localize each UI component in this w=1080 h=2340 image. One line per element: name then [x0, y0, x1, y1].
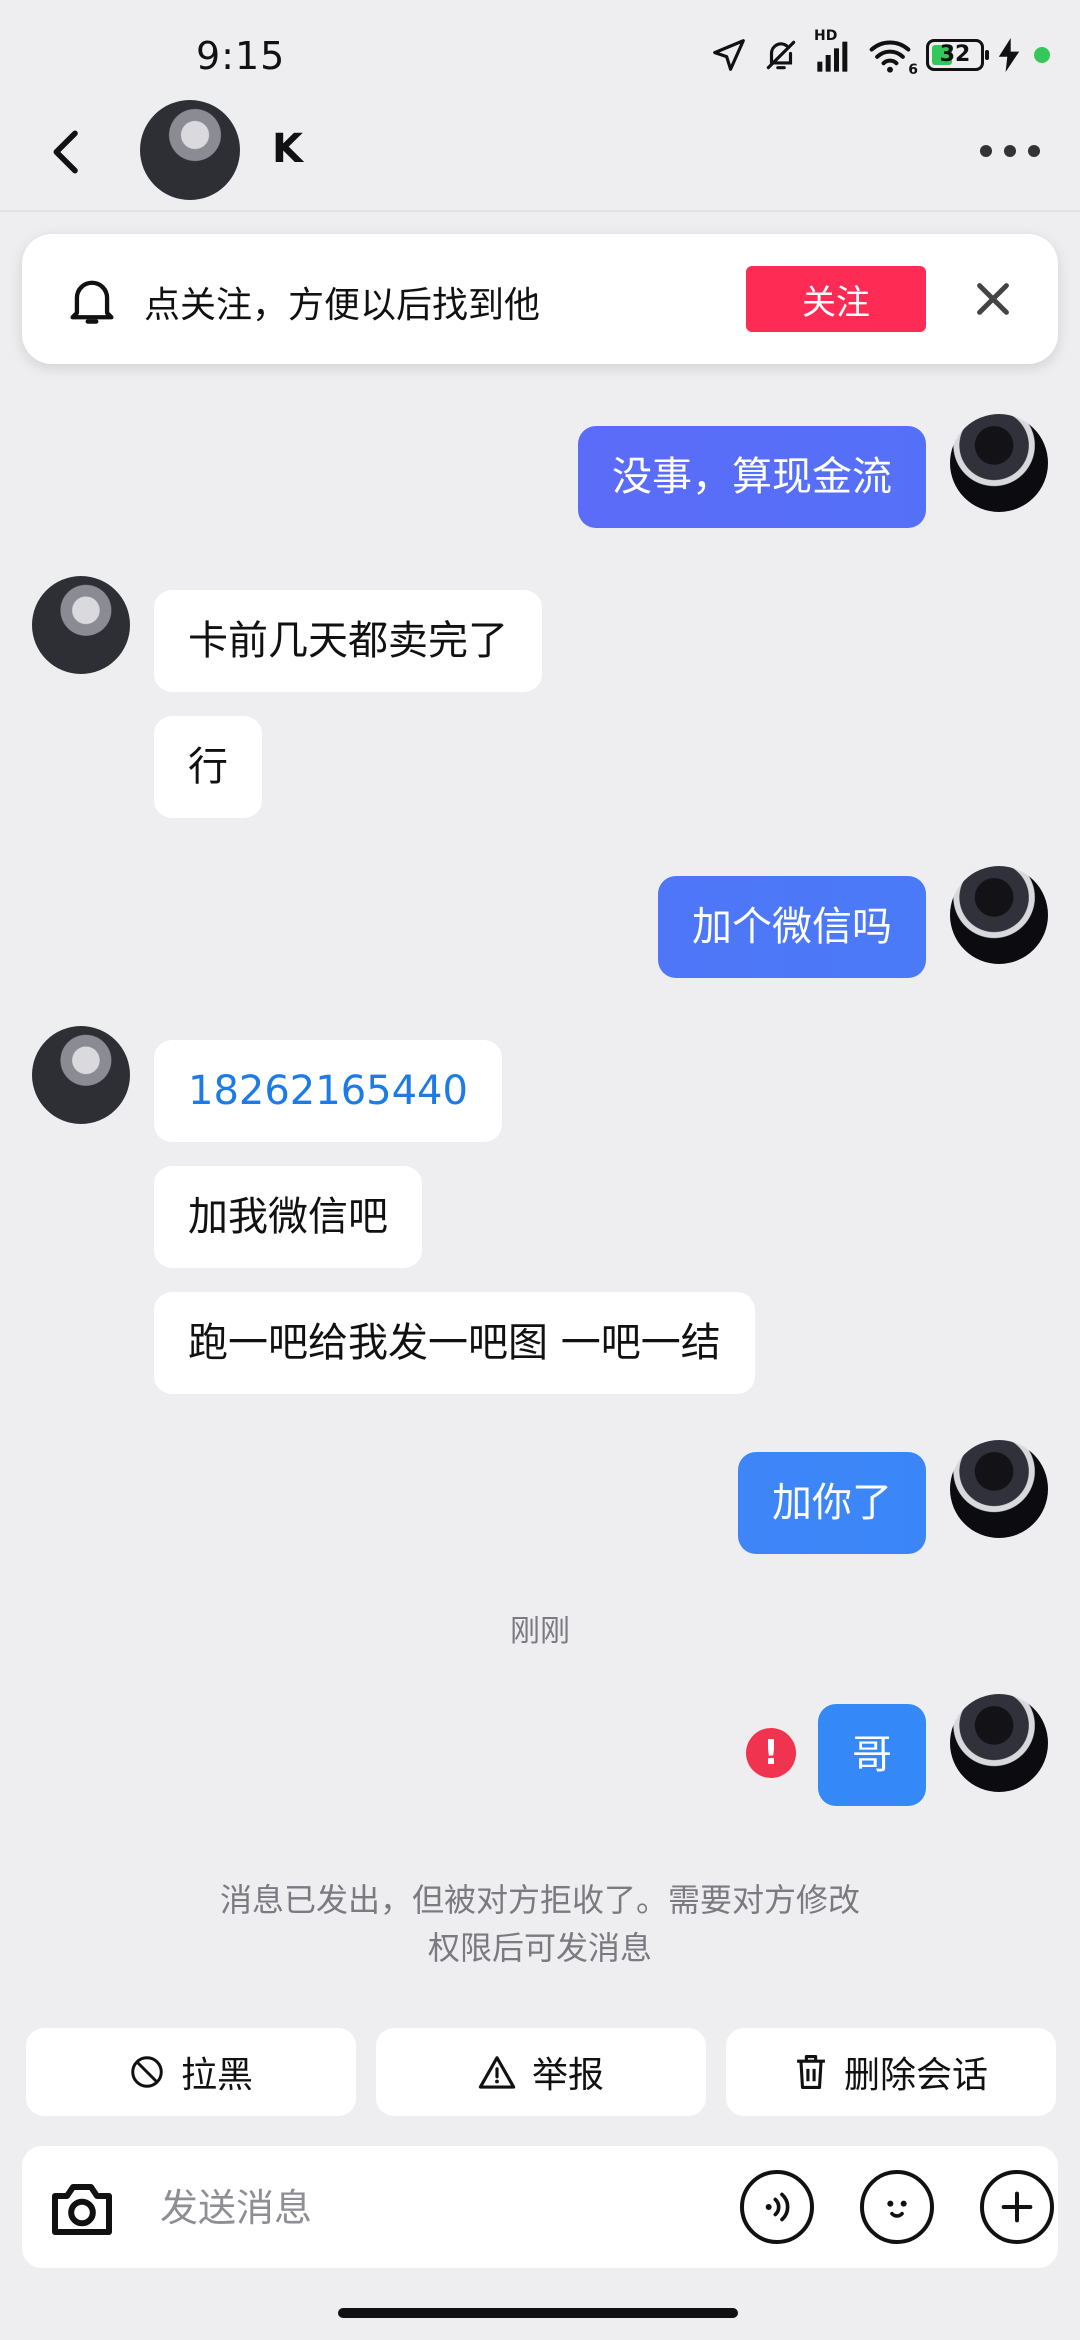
more-options-button[interactable]	[980, 136, 1040, 166]
wifi-generation-label: 6	[908, 62, 918, 78]
notice-line-2: 权限后可发消息	[427, 1929, 652, 1967]
message-bubble-incoming[interactable]: 加我微信吧	[154, 1166, 422, 1268]
mute-bell-icon	[762, 36, 800, 74]
message-bubble-incoming[interactable]: 卡前几天都卖完了	[154, 590, 542, 692]
signal-icon: HD	[814, 28, 854, 74]
follow-banner: 点关注，方便以后找到他 关注	[22, 234, 1058, 364]
message-bubble-outgoing[interactable]: 加你了	[738, 1452, 926, 1554]
hd-label: HD	[814, 28, 838, 44]
send-failed-icon[interactable]: !	[746, 1728, 796, 1778]
contact-name[interactable]: K	[272, 126, 303, 172]
status-time: 9:15	[196, 34, 286, 78]
follow-button[interactable]: 关注	[746, 266, 926, 332]
my-avatar[interactable]	[950, 1694, 1048, 1792]
close-icon	[977, 283, 1009, 315]
camera-button[interactable]	[46, 2172, 118, 2244]
message-input-bar	[22, 2146, 1058, 2268]
my-avatar[interactable]	[950, 1440, 1048, 1538]
privacy-indicator-dot	[1034, 47, 1050, 63]
location-arrow-icon	[710, 36, 748, 74]
rejected-message-notice: 消息已发出，但被对方拒收了。需要对方修改 权限后可发消息	[0, 1876, 1080, 1972]
report-label: 举报	[531, 2055, 604, 2096]
block-icon	[131, 2056, 163, 2088]
my-avatar[interactable]	[950, 414, 1048, 512]
my-avatar[interactable]	[950, 866, 1048, 964]
message-bubble-outgoing[interactable]: 加个微信吗	[658, 876, 926, 978]
block-button[interactable]: 拉黑	[26, 2028, 356, 2116]
voice-button[interactable]	[740, 2170, 814, 2244]
emoji-icon	[887, 2200, 907, 2218]
message-bubble-outgoing[interactable]: 没事，算现金流	[578, 426, 926, 528]
camera-icon	[52, 2184, 112, 2235]
chat-header: K	[0, 92, 1080, 212]
message-bubble-outgoing-failed[interactable]: 哥	[818, 1704, 926, 1806]
contact-avatar[interactable]	[140, 100, 240, 200]
phone-number-link[interactable]: 18262165440	[154, 1040, 502, 1142]
delete-conversation-label: 删除会话	[843, 2055, 988, 2096]
warning-triangle-icon	[478, 2056, 516, 2089]
voice-icon	[765, 2192, 790, 2222]
message-bubble-incoming[interactable]: 行	[154, 716, 262, 818]
charging-icon	[998, 38, 1020, 72]
ellipsis-icon	[980, 145, 992, 157]
close-banner-button[interactable]	[970, 276, 1016, 322]
wifi-icon: 6	[868, 36, 918, 78]
back-button[interactable]	[40, 124, 96, 180]
home-indicator[interactable]	[338, 2308, 738, 2318]
chevron-left-icon	[53, 130, 78, 174]
contact-message-avatar[interactable]	[32, 576, 130, 674]
notice-line-1: 消息已发出，但被对方拒收了。需要对方修改	[219, 1881, 860, 1919]
report-button[interactable]: 举报	[376, 2028, 706, 2116]
add-attachment-button[interactable]	[980, 2170, 1054, 2244]
bell-icon	[66, 272, 118, 328]
block-label: 拉黑	[180, 2055, 253, 2096]
message-bubble-incoming[interactable]: 跑一吧给我发一吧图 一吧一结	[154, 1292, 755, 1394]
trash-icon	[797, 2055, 825, 2089]
emoji-button[interactable]	[860, 2170, 934, 2244]
plus-icon	[1001, 2191, 1033, 2223]
battery-level: 32	[939, 42, 971, 67]
delete-conversation-button[interactable]: 删除会话	[726, 2028, 1056, 2116]
battery-icon: 32	[926, 39, 989, 71]
message-input[interactable]	[158, 2172, 722, 2244]
contact-message-avatar[interactable]	[32, 1026, 130, 1124]
follow-prompt-text: 点关注，方便以后找到他	[144, 285, 541, 326]
timestamp-separator: 刚刚	[510, 1614, 570, 1649]
status-icons: HD 6 32	[710, 28, 1050, 78]
